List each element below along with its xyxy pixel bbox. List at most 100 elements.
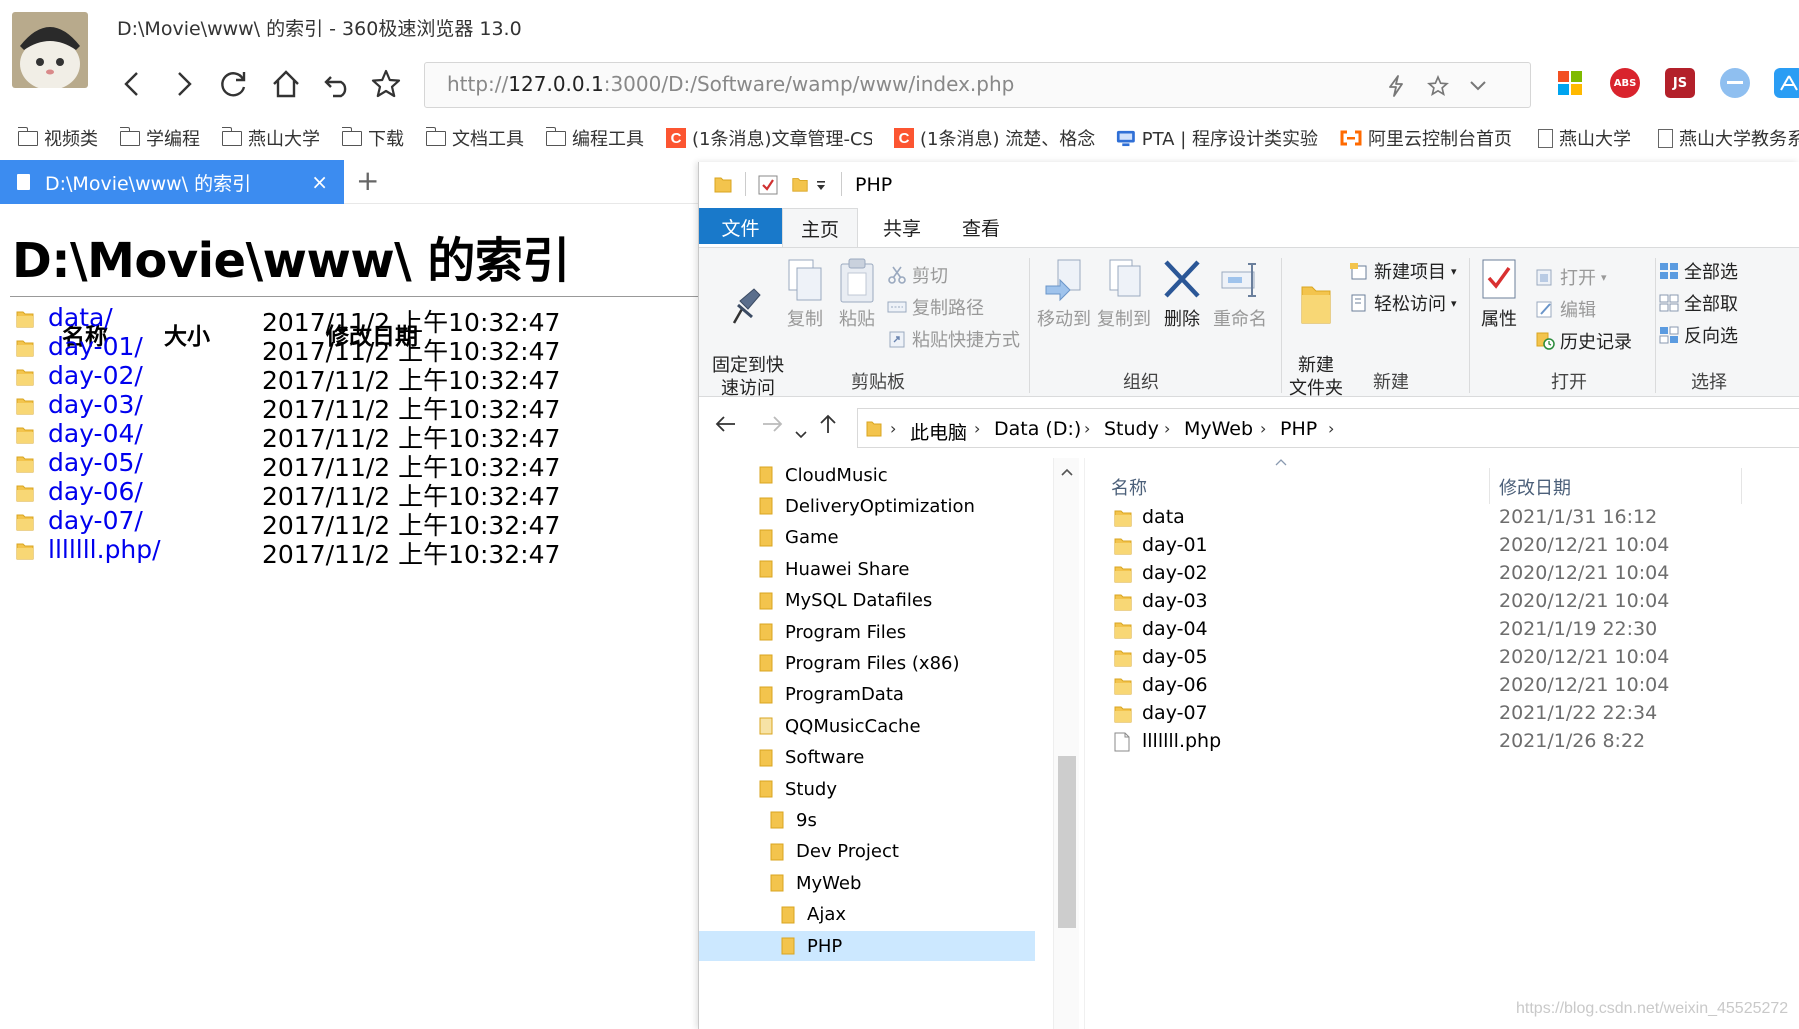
directory-link[interactable]: day-05/ <box>48 448 143 477</box>
column-name-header[interactable]: 名称 <box>1111 474 1147 500</box>
scrollbar-thumb[interactable] <box>1058 756 1076 928</box>
cut-button[interactable]: 剪切 <box>887 262 948 288</box>
tree-item[interactable]: Program Files (x86) <box>699 648 1035 678</box>
pin-to-quick-access-button[interactable]: 固定到快 速访问 <box>709 256 787 400</box>
back-button[interactable] <box>114 66 150 102</box>
tree-item[interactable]: MySQL Datafiles <box>699 586 1035 616</box>
reload-button[interactable] <box>216 66 252 102</box>
rename-button[interactable]: 重命名 <box>1209 256 1271 331</box>
copy-path-button[interactable]: 复制路径 <box>887 294 984 320</box>
home-button[interactable] <box>268 66 304 102</box>
tree-item[interactable]: PHP <box>699 931 1035 961</box>
tree-item[interactable]: QQMusicCache <box>699 711 1035 741</box>
customize-qat-icon[interactable] <box>815 181 827 191</box>
tree-item[interactable]: CloudMusic <box>699 460 1035 490</box>
breadcrumb-bar[interactable]: › 此电脑 › Data (D:) › Study › MyWeb › PHP … <box>857 408 1799 448</box>
bookmark-star-button[interactable] <box>368 66 404 102</box>
select-all-button[interactable]: 全部选 <box>1659 258 1738 284</box>
js-extension-icon[interactable]: JS <box>1665 68 1695 98</box>
tree-item[interactable]: 9s <box>699 805 1035 835</box>
tree-item[interactable]: Software <box>699 743 1035 773</box>
history-button[interactable]: 历史记录 <box>1535 328 1632 354</box>
tree-item[interactable]: Study <box>699 774 1035 804</box>
address-bar[interactable]: http://127.0.0.1:3000/D:/Software/wamp/w… <box>424 62 1531 108</box>
bookmark-folder[interactable]: 下载 <box>342 124 404 152</box>
bookmark-link[interactable]: C (1条消息) 流楚、格念 <box>894 124 1100 152</box>
bookmark-folder[interactable]: 学编程 <box>120 124 200 152</box>
new-folder-button[interactable]: 新建 文件夹 <box>1285 256 1347 400</box>
url-text[interactable]: http://127.0.0.1:3000/D:/Software/wamp/w… <box>447 72 1014 96</box>
chevron-down-icon[interactable] <box>1465 73 1491 99</box>
tree-item[interactable]: Ajax <box>699 900 1035 930</box>
bookmark-link[interactable]: 阿里云控制台首页 <box>1340 124 1512 152</box>
tab-view[interactable]: 查看 <box>940 208 1022 244</box>
move-to-button[interactable]: 移动到 <box>1035 256 1093 331</box>
tree-item[interactable]: DeliveryOptimization <box>699 491 1035 521</box>
back-button[interactable] <box>715 414 737 439</box>
adblock-extension-icon[interactable]: ABS <box>1610 68 1640 98</box>
bookmark-folder[interactable]: 燕山大学 <box>222 124 320 152</box>
copy-to-button[interactable]: 复制到 <box>1095 256 1153 331</box>
lightning-icon[interactable] <box>1383 73 1409 99</box>
column-divider[interactable] <box>1489 468 1490 504</box>
undo-close-tab-button[interactable] <box>319 66 355 102</box>
navigation-pane-scrollbar[interactable] <box>1053 458 1079 1029</box>
properties-check-icon[interactable] <box>757 174 779 196</box>
easy-access-button[interactable]: 轻松访问 ▾ <box>1349 290 1457 316</box>
tree-item[interactable]: ProgramData <box>699 680 1035 710</box>
directory-link[interactable]: day-02/ <box>48 361 143 390</box>
tab-home[interactable]: 主页 <box>782 208 858 248</box>
scroll-up-icon[interactable] <box>1061 468 1073 476</box>
bookmark-folder[interactable]: 文档工具 <box>426 124 524 152</box>
breadcrumb-this-pc[interactable]: 此电脑 <box>910 418 967 445</box>
invert-selection-button[interactable]: 反向选 <box>1659 322 1738 348</box>
tab-active[interactable]: D:\Movie\www\ 的索引 × <box>0 160 344 204</box>
file-row[interactable]: lllllll.php 2021/1/26 8:22 <box>1085 726 1799 758</box>
tab-file[interactable]: 文件 <box>699 208 782 244</box>
column-divider[interactable] <box>1741 468 1742 504</box>
copy-button[interactable]: 复制 <box>781 256 829 331</box>
bookmark-folder[interactable]: 编程工具 <box>546 124 644 152</box>
windows-apps-icon[interactable] <box>1555 68 1585 98</box>
tab-share[interactable]: 共享 <box>864 208 940 244</box>
bookmark-link[interactable]: 燕山大学教务系 <box>1658 124 1799 152</box>
directory-link[interactable]: day-04/ <box>48 419 143 448</box>
recent-locations-button[interactable] <box>795 420 807 445</box>
new-folder-icon[interactable] <box>791 174 809 194</box>
breadcrumb-myweb[interactable]: MyWeb <box>1184 418 1253 440</box>
directory-link[interactable]: data/ <box>48 303 113 332</box>
paste-button[interactable]: 粘贴 <box>833 256 881 331</box>
directory-link[interactable]: day-01/ <box>48 332 143 361</box>
forward-button[interactable] <box>761 414 783 439</box>
directory-link[interactable]: day-07/ <box>48 506 143 535</box>
breadcrumb-study[interactable]: Study <box>1104 418 1159 440</box>
new-tab-button[interactable]: + <box>356 164 379 197</box>
directory-link[interactable]: day-03/ <box>48 390 143 419</box>
bookmark-link[interactable]: C (1条消息)文章管理-CS <box>666 124 872 152</box>
tree-item[interactable]: Huawei Share <box>699 554 1035 584</box>
close-tab-icon[interactable]: × <box>311 170 328 194</box>
up-button[interactable] <box>819 414 837 440</box>
new-item-button[interactable]: 新建项目 ▾ <box>1349 258 1457 284</box>
tree-item[interactable]: Game <box>699 523 1035 553</box>
favorite-star-icon[interactable] <box>1425 73 1451 99</box>
delete-button[interactable]: 删除 <box>1157 256 1207 331</box>
properties-button[interactable]: 属性 <box>1473 256 1525 331</box>
bookmark-link[interactable]: PTA | 程序设计类实验 <box>1116 124 1318 152</box>
select-none-button[interactable]: 全部取 <box>1659 290 1738 316</box>
directory-link[interactable]: lllllll.php/ <box>48 535 161 564</box>
breadcrumb-php[interactable]: PHP <box>1280 418 1317 440</box>
directory-link[interactable]: day-06/ <box>48 477 143 506</box>
folder-icon[interactable] <box>713 174 733 194</box>
bookmark-link[interactable]: 燕山大学 <box>1538 124 1631 152</box>
forward-button[interactable] <box>166 66 202 102</box>
open-button[interactable]: 打开 ▾ <box>1535 264 1607 290</box>
tree-item[interactable]: Dev Project <box>699 837 1035 867</box>
bookmark-folder[interactable]: 视频类 <box>18 124 98 152</box>
paste-shortcut-button[interactable]: 粘贴快捷方式 <box>887 326 1020 352</box>
breadcrumb-drive[interactable]: Data (D:) <box>994 418 1081 440</box>
tree-item[interactable]: Program Files <box>699 617 1035 647</box>
column-modified-header[interactable]: 修改日期 <box>1499 474 1571 500</box>
edit-button[interactable]: 编辑 <box>1535 296 1596 322</box>
minus-extension-icon[interactable] <box>1720 68 1750 98</box>
